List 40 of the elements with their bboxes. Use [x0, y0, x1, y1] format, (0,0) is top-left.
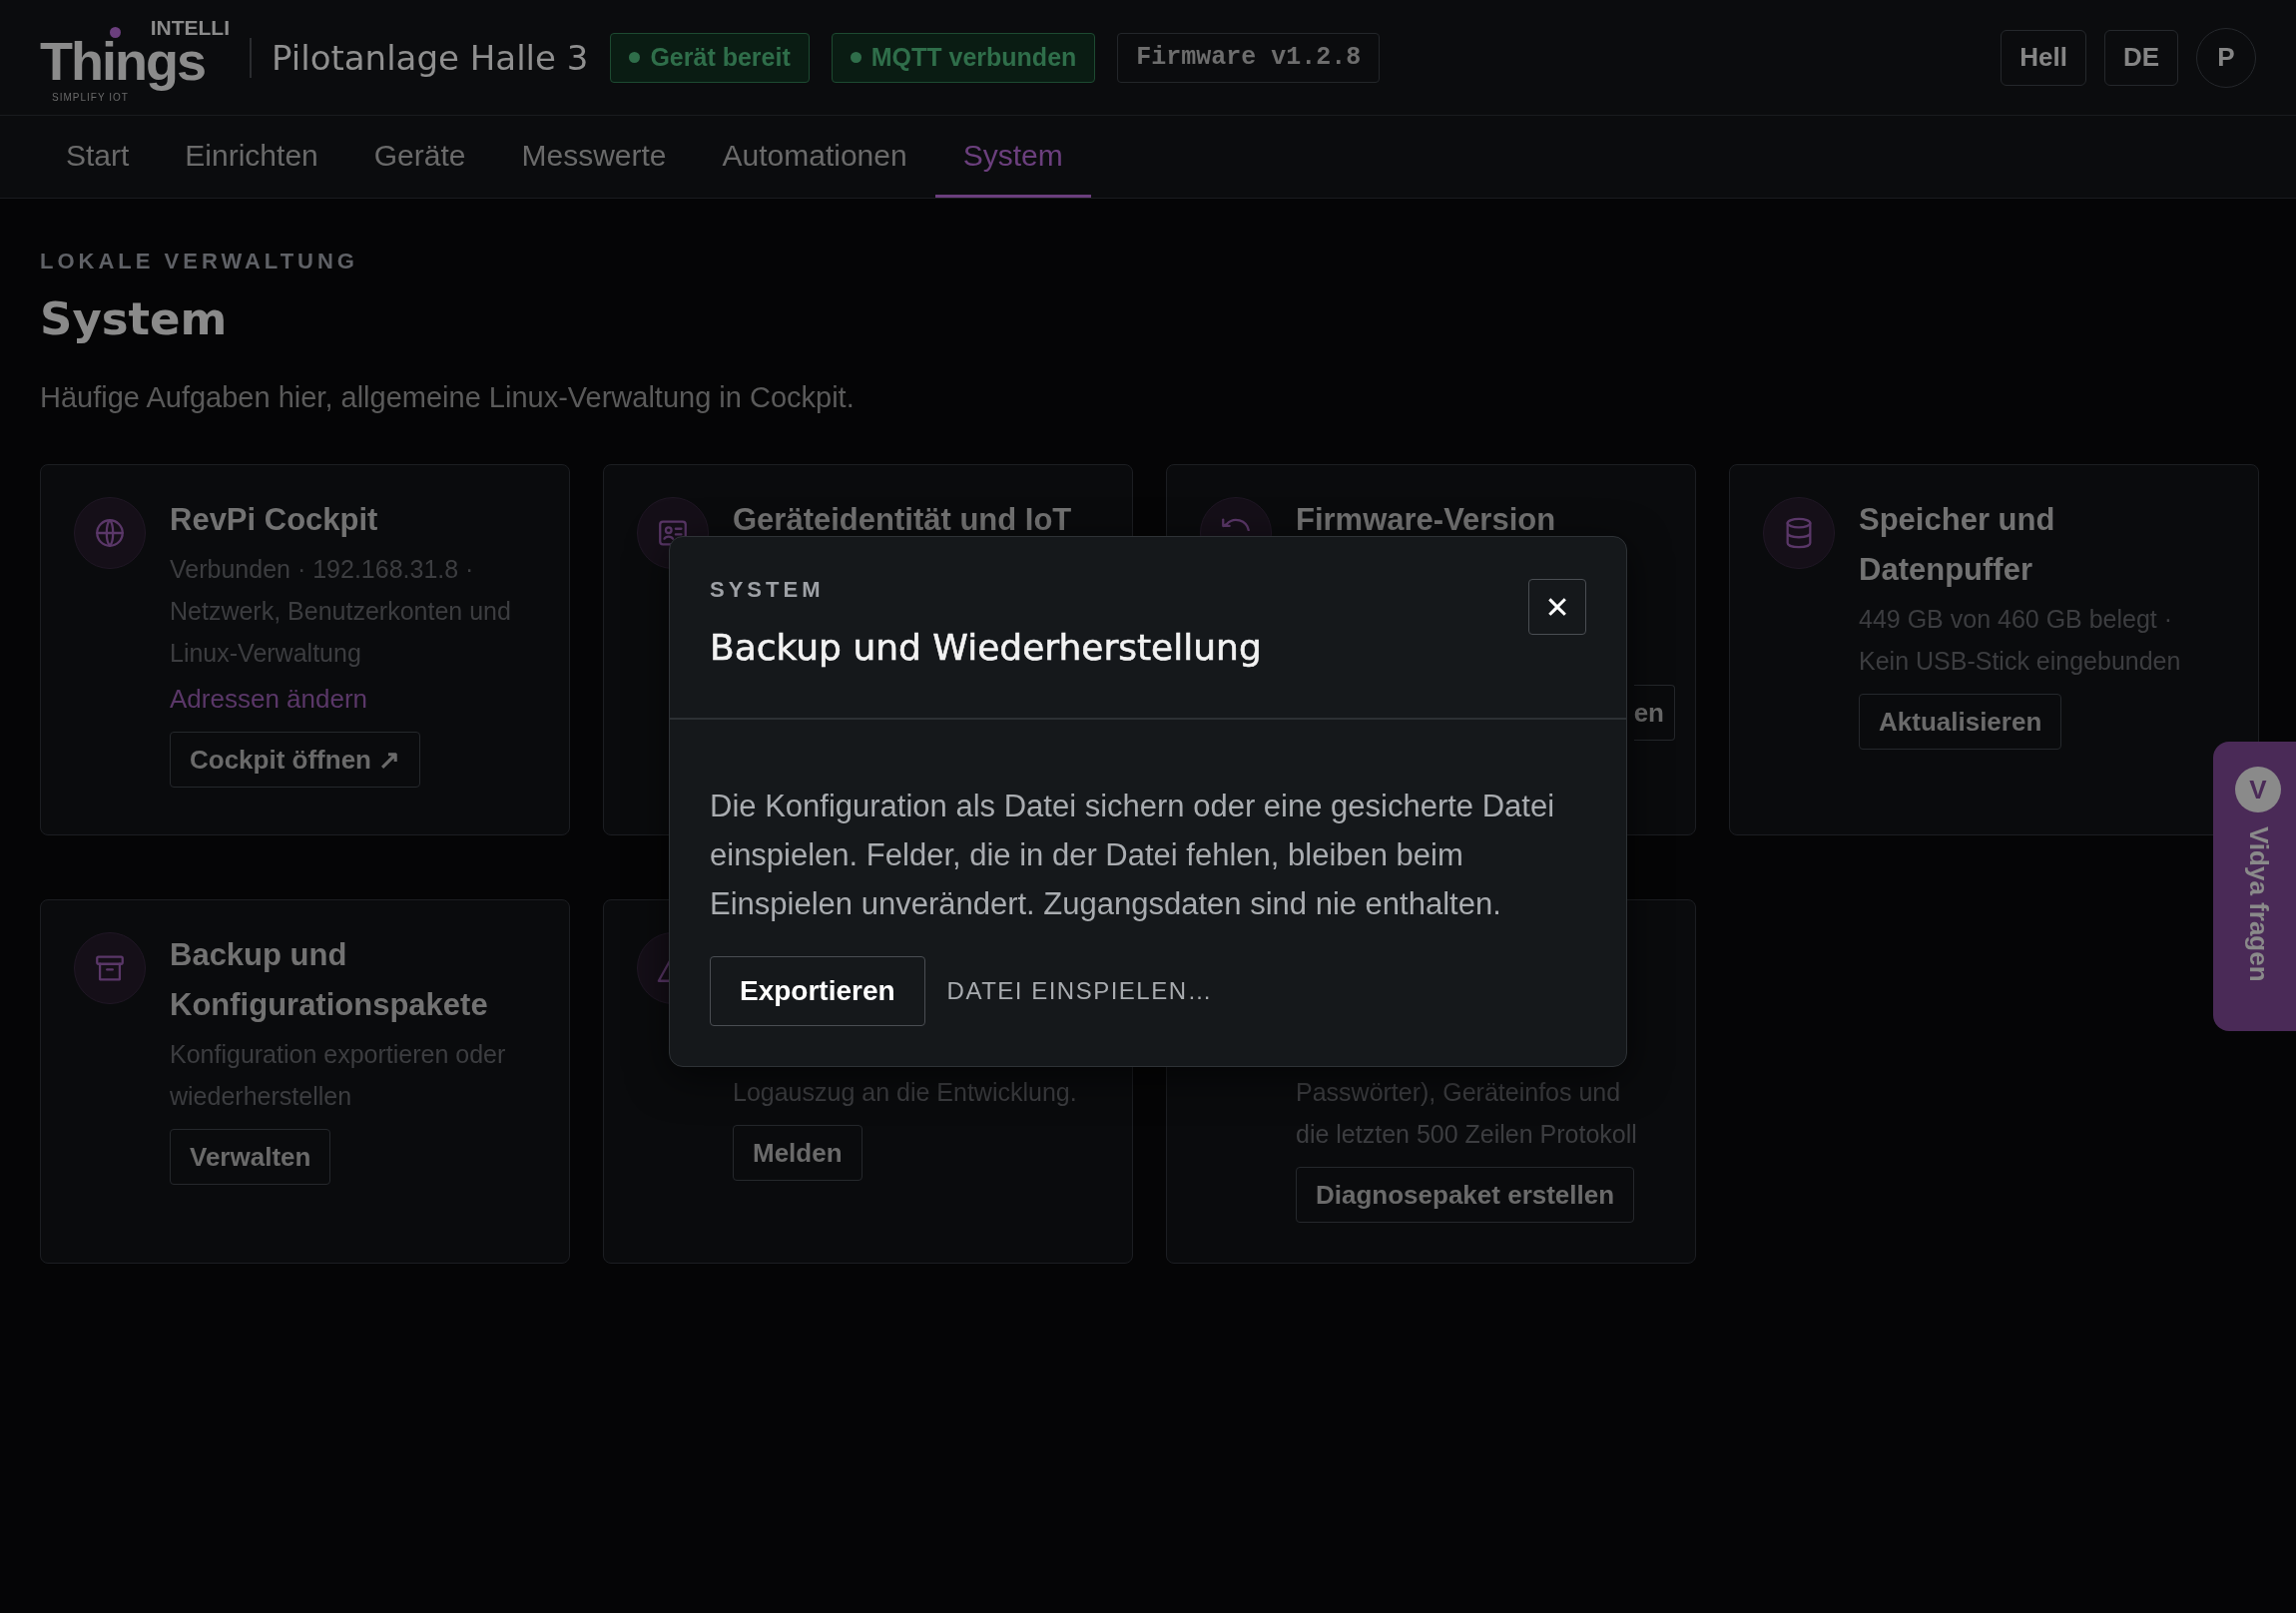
card-button[interactable]: Aktualisieren	[1859, 694, 2062, 750]
theme-button[interactable]: Hell	[2001, 29, 2086, 86]
import-button[interactable]: DATEI EINSPIELEN…	[946, 977, 1214, 1005]
version-badge: Firmware v1.2.8	[1117, 32, 1381, 83]
globe-icon	[93, 516, 127, 550]
card-title: Speicher und Datenpuffer	[1859, 501, 2056, 589]
card-link[interactable]: Adressen ändern	[170, 678, 368, 720]
card-title: RevPi Cockpit	[170, 501, 378, 539]
card-button[interactable]: Diagnosepaket erstellen	[1296, 1167, 1635, 1223]
card-button[interactable]: Melden	[733, 1125, 862, 1181]
page-title: System	[40, 292, 229, 345]
nav-tab[interactable]: Start	[38, 116, 158, 198]
language-button[interactable]: DE	[2103, 29, 2178, 86]
section-label: LOKALE VERWALTUNG	[40, 249, 359, 274]
site-title: Pilotanlage Halle 3	[272, 37, 589, 78]
card-title: Geräteidentität und IoT	[733, 501, 1072, 539]
nav-tab[interactable]: System	[934, 116, 1091, 198]
nav-tab[interactable]: Automationen	[694, 116, 935, 198]
user-avatar[interactable]: P	[2196, 27, 2256, 88]
dialog-title: Backup und Wiederherstellung	[710, 627, 1263, 668]
card-button[interactable]: Cockpit öffnen ↗	[170, 732, 421, 788]
card-title: Backup und Konfigurationspakete	[170, 936, 489, 1024]
nav-tab[interactable]: Einrichten	[157, 116, 346, 198]
card-button[interactable]: en	[1633, 685, 1675, 741]
page-subtitle: Häufige Aufgaben hier, allgemeine Linux-Verwaltung in Cockpit.	[40, 381, 856, 414]
status-badge: Gerät bereit	[610, 32, 810, 83]
assistant-label: Vidya fragen	[2242, 826, 2274, 982]
assistant-tab[interactable]: V Vidya fragen	[2213, 742, 2296, 1031]
dialog-label: SYSTEM	[710, 577, 826, 603]
brand-logo: INTELLI Things SIMPLIFY IOT	[40, 14, 230, 103]
close-button[interactable]: ✕	[1528, 579, 1586, 635]
export-button[interactable]: Exportieren	[710, 956, 925, 1026]
card-button[interactable]: Verwalten	[170, 1129, 331, 1185]
nav-tab[interactable]: Messwerte	[493, 116, 695, 198]
nav-tab[interactable]: Geräte	[345, 116, 494, 198]
dialog-text: Die Konfiguration als Datei sichern oder eine gesicherte Datei einspielen. Felder, die in der Datei fehlen, bleiben beim Einspielen unverändert. Zugangsdaten sind nie enthalten.	[710, 788, 1556, 923]
assistant-avatar: V	[2235, 767, 2281, 812]
card-title: Firmware-Version	[1296, 501, 1556, 539]
rotate-arrow-icon	[1219, 516, 1253, 531]
status-badge: MQTT verbunden	[831, 32, 1096, 83]
